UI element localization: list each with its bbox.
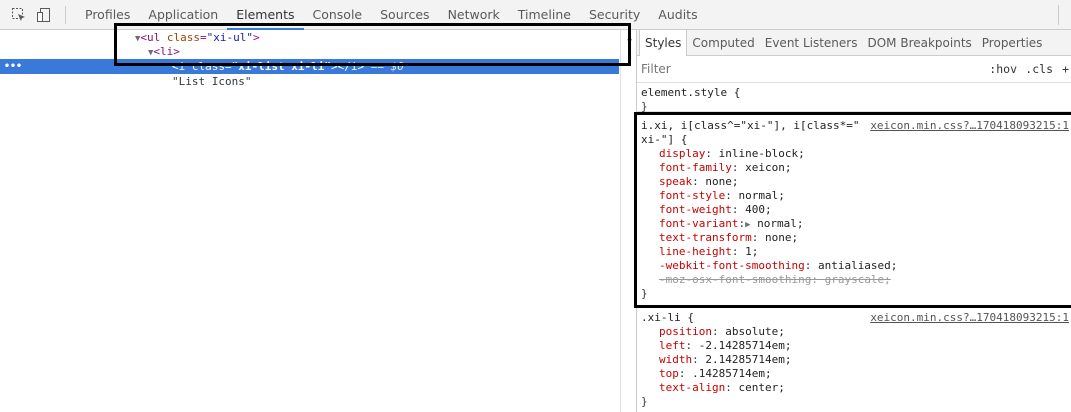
dom-node-i-selected[interactable]: ••• <i class="xi-list xi-li"></i> == $0 bbox=[0, 59, 619, 74]
new-rule-button[interactable]: + bbox=[1062, 62, 1069, 76]
tab-computed[interactable]: Computed bbox=[687, 30, 759, 56]
css-property[interactable]: font-variant:▶ normal; bbox=[641, 217, 1071, 231]
css-rule-xi: i.xi, i[class^="xi-"], i[class*=" xeicon… bbox=[637, 112, 1071, 308]
element-style-rule: element.style { } bbox=[637, 83, 1071, 113]
rule-selector[interactable]: element.style { bbox=[641, 86, 1071, 100]
tab-sources[interactable]: Sources bbox=[371, 0, 438, 30]
css-property[interactable]: text-align: center; bbox=[641, 381, 1071, 395]
tab-network[interactable]: Network bbox=[439, 0, 509, 30]
tab-properties[interactable]: Properties bbox=[977, 30, 1048, 56]
rule-selector-continued[interactable]: xi-"] { bbox=[641, 133, 1071, 147]
more-options-icon[interactable]: ••• bbox=[4, 59, 22, 74]
css-property[interactable]: text-transform: none; bbox=[641, 231, 1071, 245]
toolbar-divider bbox=[1058, 5, 1059, 25]
tab-application[interactable]: Application bbox=[139, 0, 227, 30]
tab-audits[interactable]: Audits bbox=[649, 0, 706, 30]
tab-console[interactable]: Console bbox=[304, 0, 372, 30]
css-property[interactable]: -webkit-font-smoothing: antialiased; bbox=[641, 259, 1071, 273]
css-property[interactable]: font-family: xeicon; bbox=[641, 161, 1071, 175]
css-property[interactable]: font-weight: 400; bbox=[641, 203, 1071, 217]
rule-close-brace: } bbox=[641, 395, 648, 408]
css-property[interactable]: font-style: normal; bbox=[641, 189, 1071, 203]
expand-property-icon[interactable]: ▶ bbox=[745, 220, 750, 230]
css-property[interactable]: position: absolute; bbox=[641, 325, 1071, 339]
styles-sidebar: Styles Computed Event Listeners DOM Brea… bbox=[637, 29, 1071, 412]
hover-state-button[interactable]: :hov bbox=[989, 62, 1017, 76]
device-mode-icon[interactable] bbox=[33, 4, 55, 26]
css-property-overridden[interactable]: -moz-osx-font-smoothing: grayscale; bbox=[641, 273, 1071, 287]
scroll-up-arrow-icon[interactable]: ▲ bbox=[627, 33, 632, 42]
css-property[interactable]: display: inline-block; bbox=[641, 147, 1071, 161]
dom-tree-panel: ▼<ul class="xi-ul"> ▼<li> ••• <i class="… bbox=[0, 30, 636, 412]
tab-elements[interactable]: Elements bbox=[227, 0, 304, 30]
css-property[interactable]: left: -2.14285714em; bbox=[641, 339, 1071, 353]
css-rule-xi-li: .xi-li { xeicon.min.css?…170418093215:1 … bbox=[637, 308, 1071, 412]
css-property[interactable]: top: .14285714em; bbox=[641, 367, 1071, 381]
stylesheet-source-link[interactable]: xeicon.min.css?…170418093215:1 bbox=[870, 311, 1069, 324]
css-property[interactable]: width: 2.14285714em; bbox=[641, 353, 1071, 367]
styles-filter-bar: :hov .cls + bbox=[637, 56, 1071, 83]
styles-filter-input[interactable] bbox=[641, 62, 941, 76]
css-property[interactable]: speak: none; bbox=[641, 175, 1071, 189]
tab-profiles[interactable]: Profiles bbox=[76, 0, 139, 30]
stylesheet-source-link[interactable]: xeicon.min.css?…170418093215:1 bbox=[870, 119, 1069, 132]
tab-timeline[interactable]: Timeline bbox=[509, 0, 580, 30]
tab-event-listeners[interactable]: Event Listeners bbox=[760, 30, 863, 56]
tab-security[interactable]: Security bbox=[580, 0, 649, 30]
tab-styles[interactable]: Styles bbox=[639, 29, 688, 56]
toolbar-separator bbox=[65, 5, 66, 24]
dom-scrollbar[interactable]: ▲ bbox=[620, 30, 636, 412]
inspect-element-icon[interactable] bbox=[8, 4, 30, 26]
class-toggle-button[interactable]: .cls bbox=[1025, 62, 1053, 76]
rule-close-brace: } bbox=[641, 287, 648, 300]
tab-dom-breakpoints[interactable]: DOM Breakpoints bbox=[862, 30, 976, 56]
sidebar-tabs: Styles Computed Event Listeners DOM Brea… bbox=[637, 29, 1071, 56]
css-property[interactable]: line-height: 1; bbox=[641, 245, 1071, 259]
devtools-toolbar: Profiles Application Elements Console So… bbox=[0, 0, 1071, 30]
